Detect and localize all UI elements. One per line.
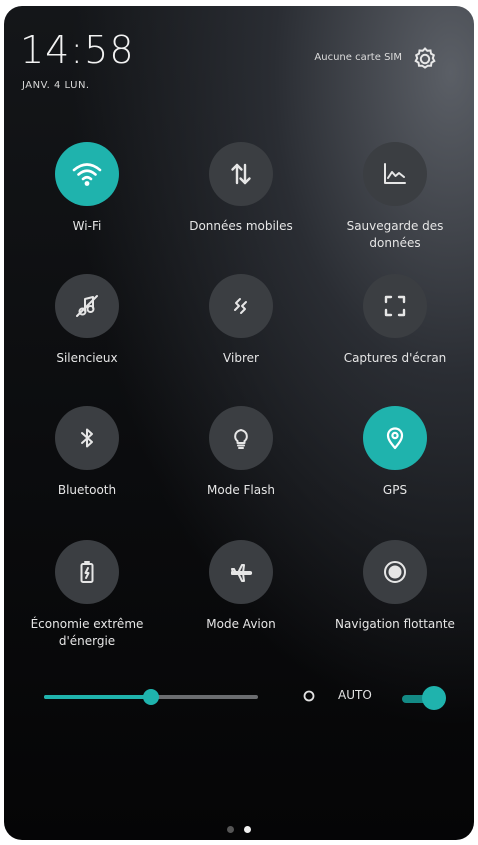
tile-label: Bluetooth — [57, 483, 117, 497]
tile-vibrate[interactable]: Vibrer — [166, 274, 316, 367]
brightness-icon — [303, 690, 315, 702]
tile-bluetooth-button[interactable] — [55, 406, 119, 470]
tile-mobile-data-button[interactable] — [209, 142, 273, 206]
tile-label: Vibrer — [223, 351, 259, 365]
tile-label: Navigation flottante — [335, 617, 455, 631]
tile-flashlight-button[interactable] — [209, 406, 273, 470]
tile-vibrate-button[interactable] — [209, 274, 273, 338]
sim-status: Aucune carte SIM — [314, 52, 402, 63]
tile-label: GPS — [382, 483, 408, 497]
bluetooth-icon — [81, 428, 93, 448]
tile-data-saver-button[interactable] — [363, 142, 427, 206]
tile-gps[interactable]: GPS — [320, 406, 470, 499]
flashlight-icon — [234, 429, 248, 449]
tile-airplane-button[interactable] — [209, 540, 273, 604]
tile-flashlight[interactable]: Mode Flash — [166, 406, 316, 499]
quick-settings-panel: 14:58 JANV. 4 LUN. Aucune carte SIM Wi-F… — [4, 6, 474, 840]
tile-battery-saver[interactable]: Économie extrême d'énergie — [12, 540, 162, 650]
page-dot-active[interactable] — [244, 826, 251, 833]
toggle-knob[interactable] — [422, 686, 446, 710]
tile-gps-button[interactable] — [363, 406, 427, 470]
status-time: 14:58 — [20, 28, 135, 72]
tile-label: Économie extrême d'énergie — [30, 617, 144, 648]
airplane-icon — [231, 564, 253, 582]
data-saver-icon — [384, 163, 406, 184]
tile-label: Données mobiles — [189, 219, 293, 233]
page-dot[interactable] — [227, 826, 234, 833]
silent-icon — [76, 295, 98, 317]
tile-bluetooth[interactable]: Bluetooth — [12, 406, 162, 499]
gps-icon — [386, 427, 404, 450]
tile-data-saver[interactable]: Sauvegarde des données — [320, 142, 470, 252]
auto-brightness-toggle[interactable] — [400, 686, 446, 710]
brightness-slider[interactable] — [44, 689, 258, 705]
status-date: JANV. 4 LUN. — [22, 80, 90, 91]
brightness-thumb[interactable] — [143, 689, 159, 705]
tile-label: Captures d'écran — [343, 351, 447, 365]
mobile-data-icon — [231, 163, 251, 185]
screenshot-icon — [384, 295, 406, 317]
tile-airplane[interactable]: Mode Avion — [166, 540, 316, 633]
tile-floating-navigation[interactable]: Navigation flottante — [320, 540, 470, 633]
settings-button[interactable] — [410, 44, 440, 74]
tile-label: Sauvegarde des données — [346, 219, 444, 250]
tile-silent-button[interactable] — [55, 274, 119, 338]
tile-label: Silencieux — [56, 351, 118, 365]
tile-battery-saver-button[interactable] — [55, 540, 119, 604]
tile-label: Mode Avion — [206, 617, 276, 631]
tile-silent[interactable]: Silencieux — [12, 274, 162, 367]
vibrate-icon — [234, 298, 247, 314]
tile-wifi[interactable]: Wi-Fi — [12, 142, 162, 235]
brightness-fill — [44, 695, 151, 699]
battery-saver-icon — [80, 561, 94, 583]
tile-wifi-button[interactable] — [55, 142, 119, 206]
tile-floating-navigation-button[interactable] — [363, 540, 427, 604]
floating-navigation-icon — [384, 561, 406, 583]
tile-screenshot-button[interactable] — [363, 274, 427, 338]
page-indicator — [4, 826, 474, 833]
gear-icon — [414, 47, 436, 69]
wifi-icon — [72, 163, 102, 186]
auto-brightness-label: AUTO — [338, 688, 372, 702]
tile-label: Mode Flash — [207, 483, 275, 497]
tile-screenshot[interactable]: Captures d'écran — [320, 274, 470, 367]
tile-label: Wi-Fi — [72, 219, 102, 233]
tile-mobile-data[interactable]: Données mobiles — [166, 142, 316, 235]
